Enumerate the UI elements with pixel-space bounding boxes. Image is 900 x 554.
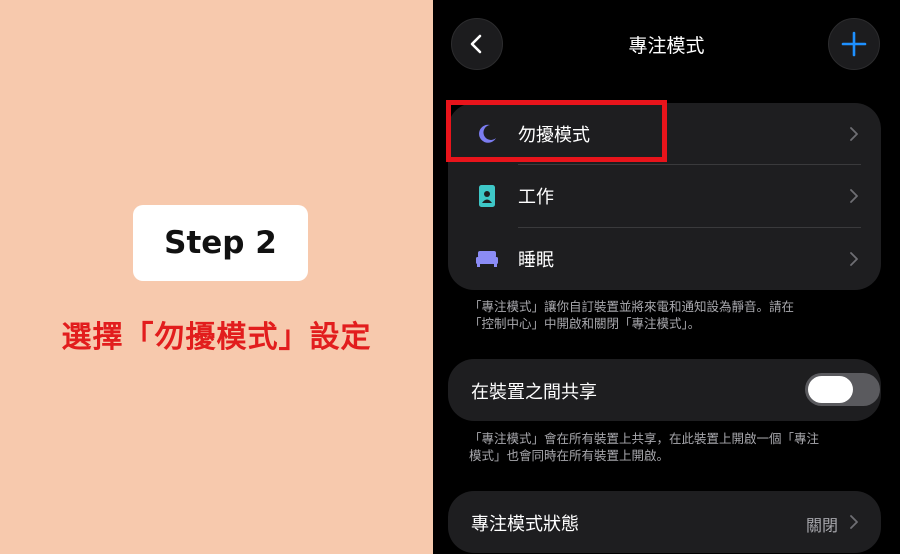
chevron-right-icon — [850, 127, 858, 141]
focus-mode-item-do-not-disturb[interactable]: 勿擾模式 — [448, 103, 881, 165]
description-line: 「控制中心」中開啟和關閉「專注模式」。 — [469, 316, 701, 331]
id-badge-icon — [476, 185, 498, 207]
plus-icon — [841, 31, 867, 57]
focus-mode-list: 勿擾模式 工作 睡眠 — [448, 103, 881, 290]
focus-status-row[interactable]: 專注模式狀態 關閉 — [448, 491, 881, 553]
moon-icon — [476, 123, 498, 145]
chevron-right-icon — [850, 189, 858, 203]
chevron-right-icon — [850, 252, 858, 266]
focus-mode-item-sleep[interactable]: 睡眠 — [448, 228, 881, 290]
step-badge: Step 2 — [133, 205, 308, 281]
share-description: 「專注模式」會在所有裝置上共享，在此裝置上開啟一個「專注 模式」也會同時在所有裝… — [469, 430, 869, 464]
focus-mode-label: 睡眠 — [518, 250, 554, 271]
focus-modes-description: 「專注模式」讓你自訂裝置並將來電和通知設為靜音。請在 「控制中心」中開啟和關閉「… — [469, 298, 869, 332]
chevron-right-icon — [850, 515, 858, 529]
share-across-devices-label: 在裝置之間共享 — [471, 382, 597, 403]
tutorial-panel: Step 2 選擇「勿擾模式」設定 — [0, 0, 433, 554]
screenshot-root: Step 2 選擇「勿擾模式」設定 專注模式 勿擾模式 工作 睡眠 「專注模式」… — [0, 0, 900, 554]
description-line: 「專注模式」讓你自訂裝置並將來電和通知設為靜音。請在 — [469, 299, 795, 314]
description-line: 「專注模式」會在所有裝置上共享，在此裝置上開啟一個「專注 — [469, 431, 820, 446]
focus-mode-label: 工作 — [518, 187, 554, 208]
phone-screen: 專注模式 勿擾模式 工作 睡眠 「專注模式」讓你自訂裝置並將來電和通知設為靜音。… — [433, 0, 900, 554]
share-across-devices-toggle[interactable] — [805, 373, 880, 406]
focus-status-value: 關閉 — [805, 516, 838, 535]
add-button[interactable] — [828, 18, 880, 70]
bed-icon — [476, 248, 498, 270]
focus-mode-label: 勿擾模式 — [518, 125, 590, 146]
toggle-knob — [808, 376, 853, 403]
focus-mode-item-work[interactable]: 工作 — [448, 165, 881, 227]
focus-status-label: 專注模式狀態 — [471, 514, 579, 535]
tutorial-instruction: 選擇「勿擾模式」設定 — [61, 320, 372, 355]
description-line: 模式」也會同時在所有裝置上開啟。 — [469, 448, 670, 463]
share-across-devices-row: 在裝置之間共享 — [448, 359, 881, 421]
